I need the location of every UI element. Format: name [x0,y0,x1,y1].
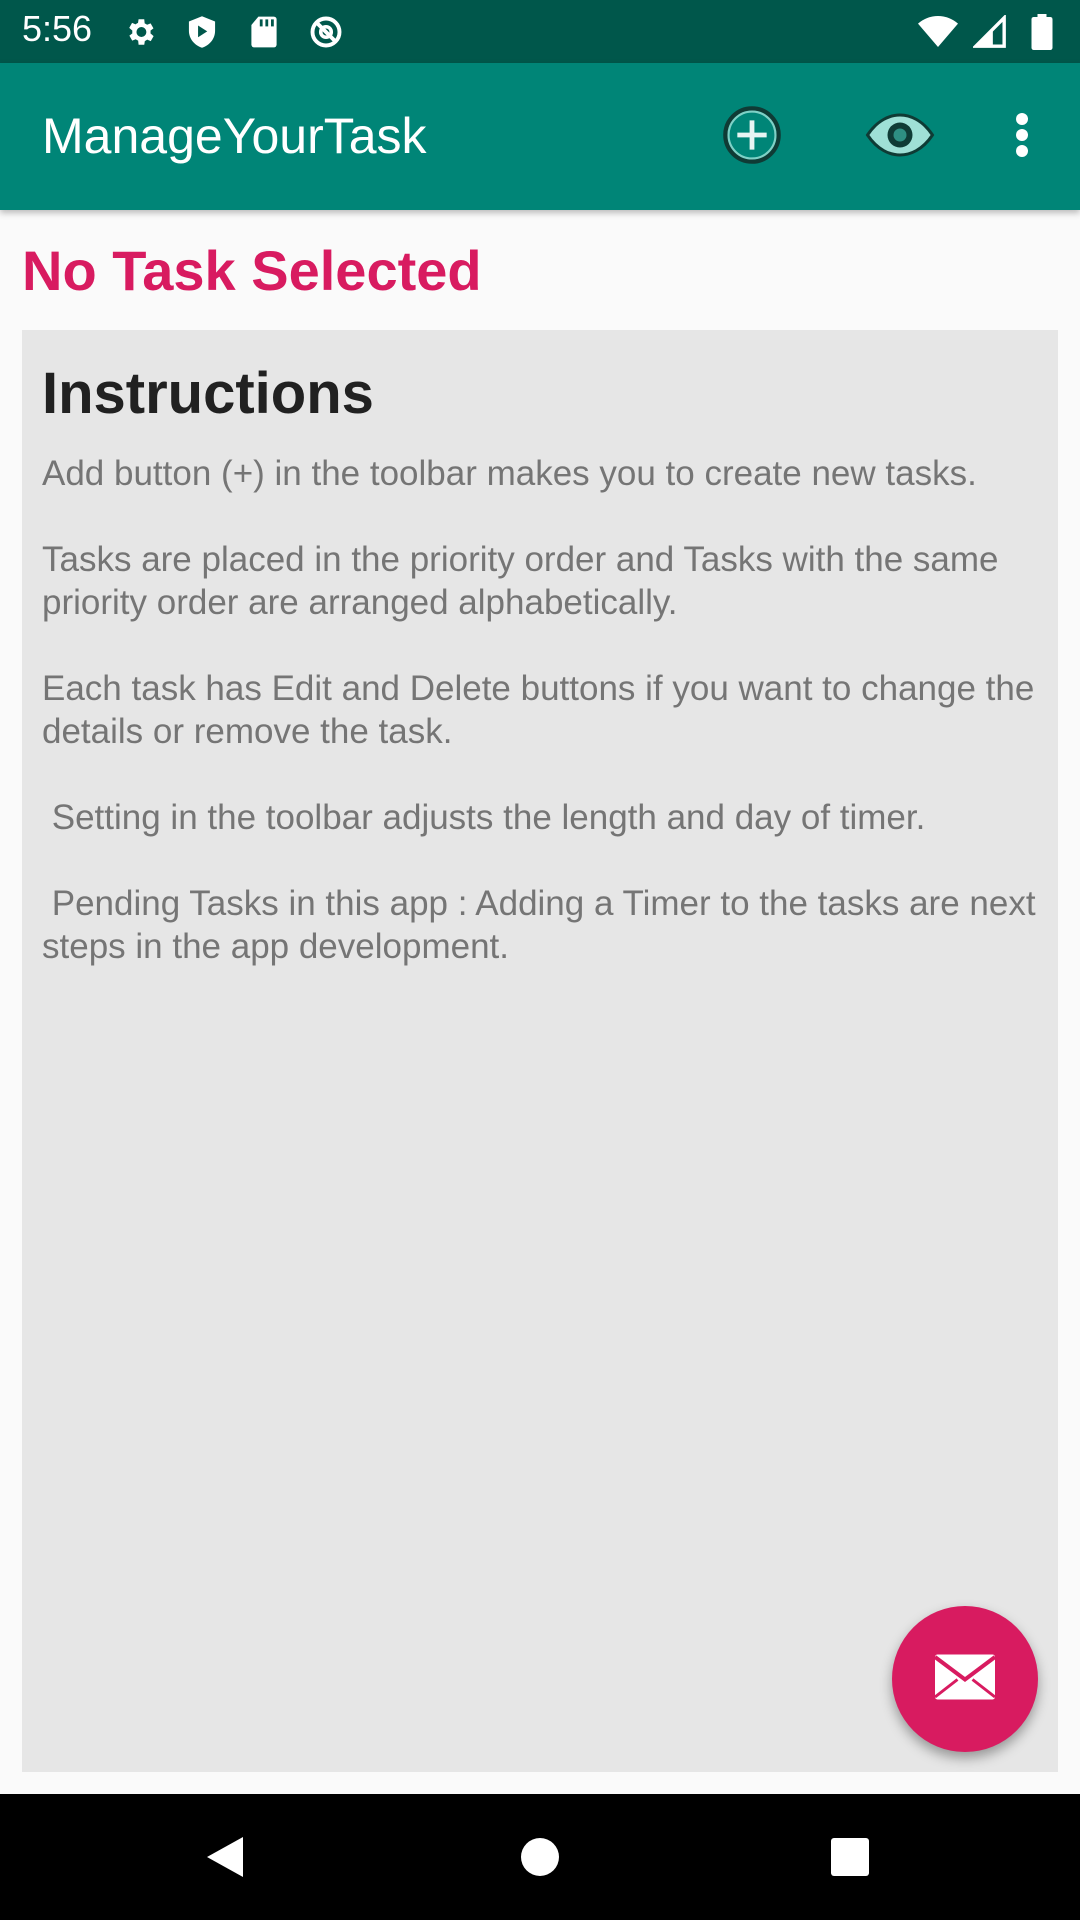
instruction-paragraph: Pending Tasks in this app : Adding a Tim… [42,884,1046,966]
battery-icon [1022,12,1062,52]
instruction-paragraph: Add button (+) in the toolbar makes you … [42,454,977,493]
add-circle-icon [720,103,784,171]
instructions-card: Instructions Add button (+) in the toolb… [22,330,1058,1772]
app-bar: ManageYourTask [0,63,1080,210]
status-time: 5:56 [22,8,93,49]
gear-icon [120,12,160,52]
mail-icon [932,1652,998,1706]
instructions-title: Instructions [42,361,374,426]
add-task-button[interactable] [712,97,792,177]
instruction-paragraph: Each task has Edit and Delete buttons if… [42,669,1035,751]
signal-icon [970,12,1010,52]
view-button[interactable] [860,97,940,177]
play-shield-icon [182,12,222,52]
instructions-body: Add button (+) in the toolbar makes you … [42,452,1042,1011]
system-nav-bar [0,1794,1080,1920]
no-sync-icon [306,12,346,52]
eye-icon [865,109,935,165]
overflow-menu-icon [1014,111,1030,163]
status-bar: 5:56 [0,0,1080,63]
email-fab[interactable] [892,1606,1038,1752]
home-circle-icon [520,1837,560,1881]
back-button[interactable] [190,1824,260,1894]
recents-square-icon [830,1837,870,1881]
instruction-paragraph: Tasks are placed in the priority order a… [42,540,999,622]
back-triangle-icon [203,1833,247,1885]
no-task-selected-label: No Task Selected [22,239,482,302]
status-icons-left [120,12,346,52]
home-button[interactable] [505,1824,575,1894]
overflow-menu-button[interactable] [982,97,1062,177]
status-icons-right [918,12,1062,52]
instruction-paragraph: Setting in the toolbar adjusts the lengt… [42,798,926,837]
sd-card-icon [244,12,284,52]
wifi-icon [918,12,958,52]
recents-button[interactable] [815,1824,885,1894]
app-title: ManageYourTask [42,108,427,164]
